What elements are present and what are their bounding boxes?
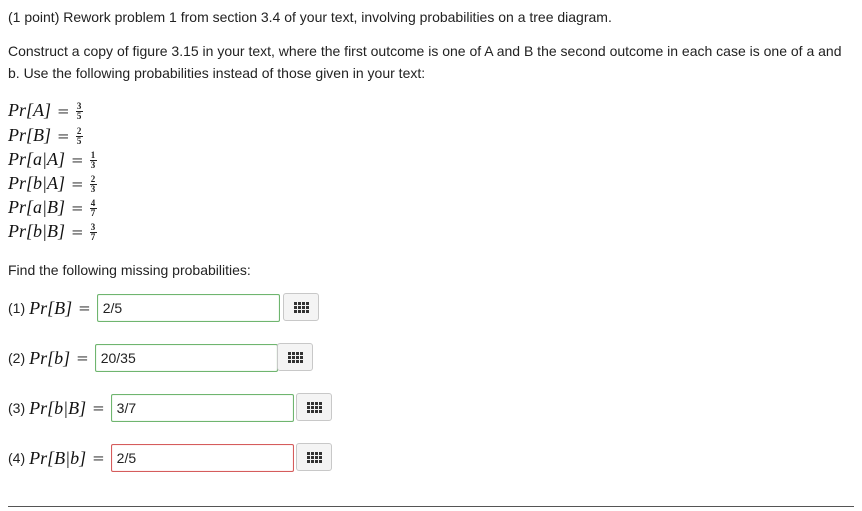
denominator: 7 [90, 207, 96, 218]
equals-sign: = [57, 127, 70, 145]
numerator: 2 [90, 173, 96, 184]
fraction: 35 [75, 100, 83, 121]
denominator: 7 [90, 231, 96, 242]
given-prob-B: Pr[B] = 2 5 [8, 124, 83, 146]
answer-input-1[interactable] [96, 294, 280, 322]
question-3-row: (3) Pr[b|B] = [8, 393, 294, 423]
question-number: (3) [8, 400, 26, 416]
denominator: 3 [90, 183, 96, 194]
keypad-button-1[interactable] [283, 293, 319, 321]
given-prob-b-given-A: Pr[b|A] = 2 3 [8, 172, 97, 194]
given-prob-a-given-B: Pr[a|B] = 4 7 [8, 196, 97, 218]
prob-label: Pr[B] [8, 125, 52, 145]
numerator: 3 [76, 100, 82, 111]
fraction: 13 [89, 149, 97, 170]
problem-header: (1 point) Rework problem 1 from section … [8, 9, 612, 25]
numerator: 1 [90, 149, 96, 160]
prob-label: Pr[b|B] [8, 221, 65, 241]
fraction: 23 [89, 173, 97, 194]
question-label: Pr[b] [29, 347, 71, 368]
equals-sign: = [70, 175, 84, 193]
given-prob-A: Pr[A] = 3 5 [8, 99, 83, 121]
keypad-button-4[interactable] [296, 443, 332, 471]
given-prob-a-given-A: Pr[a|A] = 1 3 [8, 148, 97, 170]
equals-sign: = [57, 102, 70, 120]
equals-sign: = [92, 399, 105, 417]
bottom-divider [8, 506, 854, 507]
keypad-button-2[interactable] [277, 343, 313, 371]
prob-label: Pr[b|A] [8, 173, 65, 193]
keypad-button-3[interactable] [296, 393, 332, 421]
find-instruction: Find the following missing probabilities… [8, 262, 251, 278]
equals-sign: = [70, 199, 84, 217]
answer-input-2[interactable] [94, 344, 278, 372]
question-4-row: (4) Pr[B|b] = [8, 443, 294, 473]
fraction: 47 [89, 197, 97, 218]
equals-sign: = [78, 299, 91, 317]
keypad-icon [287, 351, 303, 363]
instructions-line-2: b. Use the following probabilities inste… [8, 65, 426, 81]
prob-label: Pr[A] [8, 100, 52, 120]
given-prob-b-given-B: Pr[b|B] = 3 7 [8, 220, 97, 242]
answer-input-4[interactable] [110, 444, 294, 472]
question-number: (2) [8, 350, 26, 366]
question-label: Pr[B] [29, 297, 73, 318]
answer-input-3[interactable] [110, 394, 294, 422]
denominator: 5 [76, 110, 82, 121]
fraction: 25 [75, 125, 83, 146]
numerator: 4 [90, 197, 96, 208]
numerator: 2 [76, 125, 82, 136]
question-number: (4) [8, 450, 26, 466]
instructions-line-1: Construct a copy of figure 3.15 in your … [8, 43, 842, 59]
question-1-row: (1) Pr[B] = [8, 293, 280, 323]
fraction: 37 [89, 221, 97, 242]
question-label: Pr[b|B] [29, 397, 87, 418]
denominator: 3 [90, 159, 96, 170]
prob-label: Pr[a|B] [8, 197, 65, 217]
question-label: Pr[B|b] [29, 447, 87, 468]
equals-sign: = [70, 223, 84, 241]
keypad-icon [293, 301, 309, 313]
numerator: 3 [90, 221, 96, 232]
equals-sign: = [92, 449, 105, 467]
keypad-icon [306, 451, 322, 463]
denominator: 5 [76, 135, 82, 146]
keypad-icon [306, 401, 322, 413]
equals-sign: = [76, 349, 89, 367]
prob-label: Pr[a|A] [8, 149, 65, 169]
equals-sign: = [70, 151, 84, 169]
question-number: (1) [8, 300, 26, 316]
question-2-row: (2) Pr[b] = [8, 343, 278, 373]
